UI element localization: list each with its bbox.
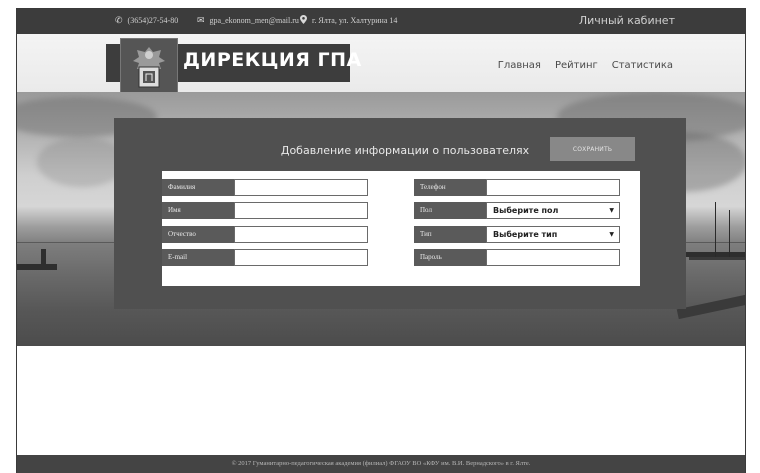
user-form: Фамилия Имя Отчество E-mail Телефон Пол … [162, 171, 640, 286]
type-select[interactable]: Выберите тип ▼ [486, 226, 620, 243]
patronymic-label: Отчество [162, 226, 234, 243]
page-frame: ✆ (3654)27-54-80 ✉ gpa_ekonom_men@mail.r… [16, 8, 746, 473]
personal-cabinet-link[interactable]: Личный кабинет [579, 14, 675, 27]
lastname-row: Фамилия [162, 179, 368, 196]
nav-rating[interactable]: Рейтинг [555, 60, 598, 71]
type-label: Тип [414, 226, 486, 243]
email-row: E-mail [162, 249, 368, 266]
phone-input[interactable] [486, 179, 620, 196]
email-input[interactable] [234, 249, 368, 266]
gender-select[interactable]: Выберите пол ▼ [486, 202, 620, 219]
firstname-row: Имя [162, 202, 368, 219]
chevron-down-icon: ▼ [609, 207, 614, 214]
phone-label: Телефон [414, 179, 486, 196]
gender-label: Пол [414, 202, 486, 219]
site-header: ДИРЕКЦИЯ ГПА Главная Рейтинг Статистика [17, 34, 745, 98]
email-label: E-mail [162, 249, 234, 266]
phone-icon: ✆ [115, 15, 123, 25]
phone-row: Телефон [414, 179, 620, 196]
gender-row: Пол Выберите пол ▼ [414, 202, 620, 219]
patronymic-row: Отчество [162, 226, 368, 243]
gender-select-value: Выберите пол [493, 206, 559, 215]
address-text: г. Ялта, ул. Халтурина 14 [312, 16, 398, 25]
patronymic-input[interactable] [234, 226, 368, 243]
email-contact[interactable]: ✉ gpa_ekonom_men@mail.ru [197, 15, 299, 26]
envelope-icon: ✉ [197, 15, 205, 25]
type-row: Тип Выберите тип ▼ [414, 226, 620, 243]
phone-text: (3654)27-54-80 [127, 16, 179, 25]
save-button[interactable]: СОХРАНИТЬ [550, 137, 635, 161]
password-label: Пароль [414, 249, 486, 266]
coat-of-arms-icon[interactable] [120, 38, 178, 98]
top-bar: ✆ (3654)27-54-80 ✉ gpa_ekonom_men@mail.r… [17, 9, 745, 34]
user-info-panel: Добавление информации о пользователях СО… [114, 118, 686, 309]
location-pin-icon [300, 15, 307, 26]
nav-home[interactable]: Главная [498, 60, 541, 71]
password-row: Пароль [414, 249, 620, 266]
main-nav: Главная Рейтинг Статистика [498, 60, 673, 71]
type-select-value: Выберите тип [493, 230, 558, 239]
lastname-input[interactable] [234, 179, 368, 196]
phone-contact: ✆ (3654)27-54-80 [115, 15, 178, 26]
site-footer: © 2017 Гуманитарно-педагогическая академ… [17, 455, 745, 473]
nav-statistics[interactable]: Статистика [612, 60, 673, 71]
email-text[interactable]: gpa_ekonom_men@mail.ru [210, 16, 299, 25]
lastname-label: Фамилия [162, 179, 234, 196]
site-logo-text[interactable]: ДИРЕКЦИЯ ГПА [183, 49, 362, 71]
firstname-input[interactable] [234, 202, 368, 219]
password-input[interactable] [486, 249, 620, 266]
chevron-down-icon: ▼ [609, 231, 614, 238]
address-contact: г. Ялта, ул. Халтурина 14 [300, 15, 397, 26]
firstname-label: Имя [162, 202, 234, 219]
